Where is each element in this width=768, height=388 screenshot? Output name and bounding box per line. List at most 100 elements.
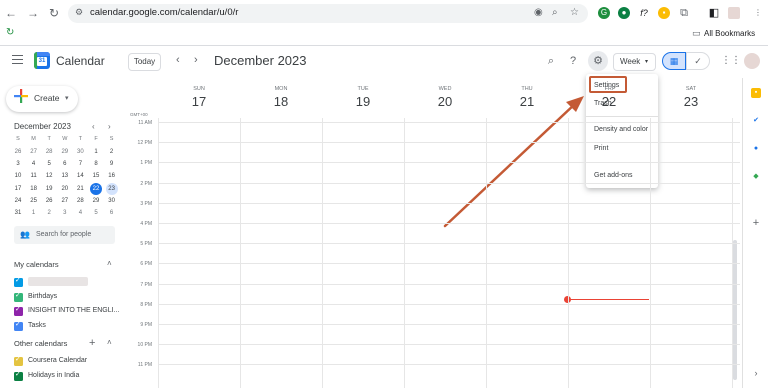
mini-day[interactable]: 3	[59, 207, 71, 219]
mini-day[interactable]: 11	[28, 170, 40, 182]
day-column-header[interactable]: SUN 17	[158, 86, 240, 109]
hour-label: 11 PM	[137, 362, 152, 369]
mini-day[interactable]: 1	[90, 146, 102, 158]
mini-day[interactable]: 19	[43, 183, 55, 195]
hour-label: 3 PM	[140, 200, 152, 207]
day-column-header[interactable]: THU 21	[486, 86, 568, 109]
mini-day[interactable]: 26	[12, 146, 24, 158]
mini-day[interactable]: 30	[74, 146, 86, 158]
hour-label: 1 PM	[140, 160, 152, 167]
mini-day[interactable]: 15	[90, 170, 102, 182]
hour-label: 9 PM	[140, 322, 152, 328]
checkbox[interactable]	[14, 291, 23, 302]
mini-day[interactable]: 28	[74, 195, 86, 207]
mini-day[interactable]: 27	[59, 195, 71, 207]
mini-day[interactable]: 5	[43, 158, 55, 170]
hour-label: 5 PM	[140, 241, 152, 248]
calendar-list-item[interactable]: Coursera Calendar	[14, 355, 124, 368]
day-number[interactable]: 22	[568, 94, 650, 109]
hour-row-line	[158, 324, 740, 325]
mini-day[interactable]: 29	[59, 146, 71, 158]
mini-day[interactable]: 2	[106, 146, 118, 158]
hour-label: 2 PM	[140, 180, 152, 187]
day-column-divider	[732, 118, 733, 388]
day-column-header[interactable]: MON 18	[240, 86, 322, 109]
day-of-week: FRI	[604, 86, 614, 92]
day-column-header[interactable]: FRI 22	[568, 86, 650, 109]
calendar-label: Birthdays	[28, 292, 58, 300]
hour-label: 10 PM	[137, 342, 152, 349]
mini-weekday-label: F	[94, 136, 98, 142]
mini-day[interactable]: 16	[106, 170, 118, 182]
calendar-list-item[interactable]: Tasks	[14, 320, 124, 333]
calendar-label: Coursera Calendar	[28, 357, 88, 364]
mini-day[interactable]: 24	[12, 195, 24, 207]
mini-day[interactable]: 27	[28, 146, 40, 158]
hour-row-line	[158, 364, 740, 366]
checkbox[interactable]	[14, 305, 23, 316]
mini-day[interactable]: 12	[43, 170, 55, 182]
day-number[interactable]: 17	[158, 94, 240, 109]
mini-day[interactable]: 9	[106, 158, 118, 170]
mini-day[interactable]: 10	[12, 170, 24, 182]
calendar-label: Holidays in India	[28, 371, 80, 379]
mini-day[interactable]: 5	[90, 207, 102, 219]
mini-day[interactable]: 4	[74, 207, 86, 219]
hour-row-line	[158, 223, 740, 224]
mini-day[interactable]: 23	[105, 182, 118, 195]
day-number[interactable]: 18	[240, 94, 322, 109]
mini-day[interactable]: 28	[43, 146, 55, 158]
day-number[interactable]: 19	[322, 94, 404, 109]
day-number[interactable]: 20	[404, 94, 486, 109]
mini-day[interactable]: 13	[59, 170, 71, 182]
mini-day[interactable]: 17	[12, 183, 24, 195]
hour-row-line	[158, 122, 740, 123]
hour-row-line	[158, 303, 740, 305]
mini-day[interactable]: 30	[106, 195, 118, 207]
mini-day[interactable]: 31	[12, 207, 24, 219]
mini-weekday-label: W	[62, 136, 68, 142]
day-column-header[interactable]: TUE 19	[322, 86, 404, 109]
mini-weekday-label: M	[31, 136, 36, 142]
checkbox[interactable]	[14, 276, 23, 287]
mini-day[interactable]: 8	[90, 158, 102, 170]
day-column-divider	[568, 118, 569, 388]
calendar-list-item[interactable]	[14, 276, 124, 289]
mini-day[interactable]: 4	[28, 158, 40, 170]
day-column-header[interactable]: SAT 23	[650, 86, 732, 109]
hour-label: 6 PM	[140, 261, 152, 268]
mini-day[interactable]: 18	[28, 183, 40, 195]
hour-label: 4 PM	[140, 221, 152, 227]
mini-day[interactable]: 29	[90, 195, 102, 207]
mini-day[interactable]: 26	[43, 195, 55, 207]
mini-day[interactable]: 6	[59, 158, 71, 170]
mini-day[interactable]: 6	[106, 207, 118, 219]
day-column-divider	[158, 118, 159, 388]
mini-day[interactable]: 3	[12, 158, 24, 170]
mini-day[interactable]: 1	[28, 207, 40, 219]
hour-row-line	[158, 243, 740, 245]
checkbox[interactable]	[14, 370, 23, 381]
calendar-label: INSIGHT INTO THE ENGLI...	[28, 307, 120, 314]
checkbox[interactable]	[14, 320, 23, 331]
day-of-week: TUE	[357, 86, 369, 92]
hour-row-line	[158, 162, 740, 164]
mini-day[interactable]: 14	[74, 170, 86, 182]
mini-day[interactable]: 21	[74, 183, 86, 195]
day-column-header[interactable]: WED 20	[404, 86, 486, 109]
mini-day[interactable]: 20	[59, 183, 71, 195]
hour-row-line	[158, 202, 740, 204]
mini-day[interactable]: 25	[28, 195, 40, 207]
checkbox[interactable]	[14, 355, 23, 366]
mini-weekday-label: T	[47, 136, 51, 142]
hour-label: 8 PM	[140, 301, 152, 308]
day-number[interactable]: 23	[650, 94, 732, 109]
mini-day[interactable]: 7	[74, 158, 86, 170]
calendar-label: Tasks	[28, 321, 46, 329]
calendar-list-item[interactable]: INSIGHT INTO THE ENGLI...	[14, 305, 124, 318]
day-number[interactable]: 21	[486, 94, 568, 109]
mini-day[interactable]: 2	[43, 207, 55, 219]
calendar-list-item[interactable]: Birthdays	[14, 291, 124, 304]
calendar-list-item[interactable]: Holidays in India	[14, 370, 124, 383]
mini-day[interactable]: 22	[90, 182, 102, 195]
